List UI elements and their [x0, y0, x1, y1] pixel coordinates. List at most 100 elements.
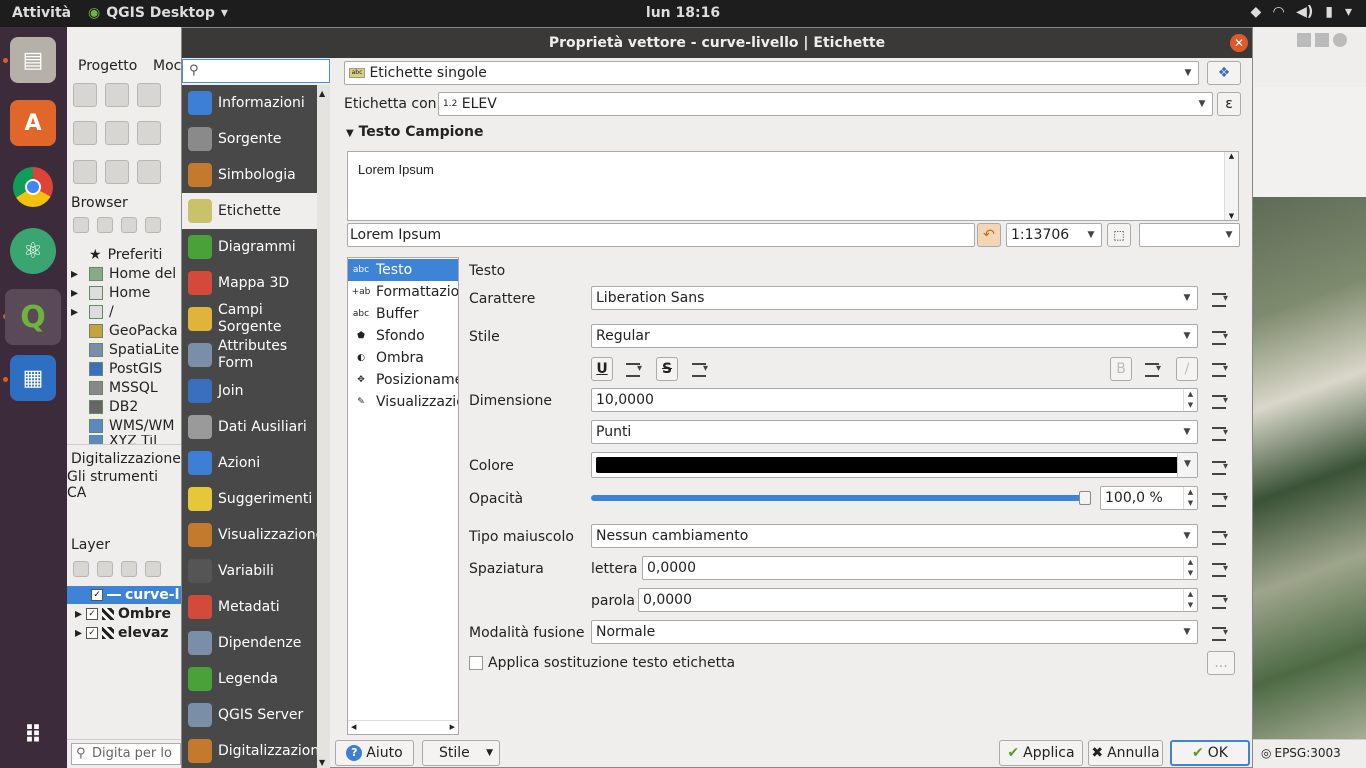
filter-icon[interactable] — [145, 561, 161, 577]
font-combo[interactable]: Liberation Sans ▼ — [591, 286, 1198, 310]
sidebar-item-metadati[interactable]: Metadati — [182, 589, 317, 625]
maximize-icon[interactable] — [1315, 33, 1329, 47]
scroll-down-icon[interactable]: ▼ — [319, 758, 325, 767]
sidebar-item-mappa-3d[interactable]: Mappa 3D — [182, 265, 317, 301]
sidebar-item-legenda[interactable]: Legenda — [182, 661, 317, 697]
tab-ombra[interactable]: ◐ Ombra — [348, 347, 458, 369]
label-field-combo[interactable]: 1.2 ELEV ▼ — [438, 92, 1213, 116]
window-controls[interactable] — [1297, 33, 1347, 47]
files-icon[interactable]: ▤ — [10, 37, 56, 83]
scroll-down-icon[interactable]: ▼ — [1225, 212, 1238, 220]
spin-arrows-icon[interactable]: ▲ ▼ — [1183, 487, 1197, 509]
scroll-left-icon[interactable]: ◀ — [351, 723, 356, 731]
add-group-icon[interactable] — [97, 561, 113, 577]
data-defined-override-icon[interactable] — [1208, 359, 1234, 379]
size-spinbox[interactable]: 10,0000 ▲ ▼ — [591, 388, 1198, 412]
opacity-spinbox[interactable]: 100,0 % ▲ ▼ — [1100, 486, 1198, 510]
tree-item[interactable]: ▸ Home — [71, 283, 179, 302]
case-combo[interactable]: Nessun cambiamento ▼ — [591, 524, 1198, 548]
data-defined-override-icon[interactable] — [1208, 559, 1234, 579]
tree-item[interactable]: WMS/WM — [71, 416, 179, 435]
menu-modifica[interactable]: Moc — [153, 58, 181, 74]
sidebar-item-informazioni[interactable]: Informazioni — [182, 85, 317, 121]
data-defined-override-icon[interactable] — [688, 359, 714, 379]
bold-button[interactable]: B — [1110, 357, 1132, 381]
sidebar-item-qgis-server[interactable]: QGIS Server — [182, 697, 317, 733]
data-defined-override-icon[interactable] — [1208, 327, 1234, 347]
sidebar-item-simbologia[interactable]: Simbologia — [182, 157, 317, 193]
style-icon[interactable] — [73, 561, 89, 577]
ok-button[interactable]: ✔ OK — [1170, 740, 1250, 766]
close-icon[interactable]: ✕ — [1230, 34, 1248, 52]
checkbox-checked[interactable]: ✓ — [91, 589, 103, 601]
sidebar-item-etichette[interactable]: Etichette — [182, 193, 317, 229]
save-project-icon[interactable] — [137, 83, 161, 107]
checkbox-checked[interactable]: ✓ — [86, 626, 99, 639]
opacity-slider-handle[interactable] — [1079, 491, 1091, 505]
apply-button[interactable]: ✔ Applica — [999, 740, 1083, 766]
sidebar-item-digitalizzazion[interactable]: Digitalizzazion — [182, 733, 319, 768]
sidebar-search-input[interactable]: ⚲ — [182, 59, 330, 83]
tree-item[interactable]: SpatiaLite — [71, 340, 179, 359]
data-defined-override-icon[interactable] — [1208, 527, 1234, 547]
sidebar-item-dipendenze[interactable]: Dipendenze — [182, 625, 317, 661]
layer-row[interactable]: ▸ ✓ elevaz — [67, 623, 181, 642]
spin-arrows-icon[interactable]: ▲ ▼ — [1183, 589, 1197, 611]
scroll-up-icon[interactable]: ▲ — [1225, 152, 1238, 160]
tab-testo[interactable]: abc Testo — [348, 259, 458, 281]
tree-item[interactable]: GeoPacka — [71, 321, 179, 340]
strikethrough-button[interactable]: S — [656, 357, 678, 381]
reset-sample-button[interactable]: ↶ — [977, 223, 1001, 247]
tab-buffer[interactable]: abc Buffer — [348, 303, 458, 325]
data-defined-override-icon[interactable] — [622, 359, 648, 379]
sidebar-item-diagrammi[interactable]: Diagrammi — [182, 229, 317, 265]
preview-background-color-button[interactable]: ▼ — [1139, 223, 1240, 247]
substitute-settings-button[interactable]: ... — [1207, 651, 1235, 675]
software-center-icon[interactable]: A — [10, 100, 56, 146]
spin-arrows-icon[interactable]: ▲ ▼ — [1183, 389, 1197, 411]
substitute-checkbox[interactable] — [469, 656, 483, 670]
minimize-icon[interactable] — [1297, 33, 1311, 47]
cancel-button[interactable]: ✖ Annulla — [1088, 740, 1163, 766]
add-raster-icon[interactable] — [105, 121, 129, 145]
tab-sfondo[interactable]: ⬟ Sfondo — [348, 325, 458, 347]
sample-section-header[interactable]: ▼ Testo Campione — [346, 124, 484, 140]
sidebar-item-azioni[interactable]: Azioni — [182, 445, 317, 481]
tree-item[interactable]: ★ Preferiti — [71, 245, 179, 264]
checkbox-checked[interactable]: ✓ — [86, 607, 99, 620]
tab-visualizzazio[interactable]: ✎ Visualizzazio — [348, 391, 458, 413]
sidebar-item-dati-ausiliari[interactable]: Dati Ausiliari — [182, 409, 317, 445]
collapse-icon[interactable] — [145, 217, 161, 233]
opacity-slider-track[interactable] — [591, 491, 1091, 505]
show-apps-icon[interactable]: ⠿ — [10, 712, 56, 758]
data-defined-override-icon[interactable] — [1208, 489, 1234, 509]
profile-icon[interactable] — [137, 160, 161, 184]
tab-posizioname[interactable]: ✥ Posizioname — [348, 369, 458, 391]
chrome-icon[interactable] — [10, 164, 56, 210]
profile-icon[interactable] — [105, 160, 129, 184]
expression-button[interactable]: ε — [1217, 92, 1241, 116]
preview-scale-combo[interactable]: 1:13706 ▼ — [1006, 223, 1102, 247]
open-project-icon[interactable] — [105, 83, 129, 107]
map-canvas[interactable] — [1253, 197, 1366, 768]
data-defined-override-icon[interactable] — [1208, 423, 1234, 443]
sidebar-item-visualizzazione[interactable]: Visualizzazione — [182, 517, 324, 553]
eye-icon[interactable] — [121, 561, 137, 577]
sidebar-scrollbar[interactable]: ▲ ▼ — [317, 85, 330, 768]
sidebar-item-campi-sorgente[interactable]: Campi Sorgente — [182, 301, 317, 337]
scroll-right-icon[interactable]: ▶ — [450, 723, 455, 731]
scale-from-canvas-button[interactable]: ⬚ — [1107, 223, 1131, 247]
add-vector-icon[interactable] — [137, 121, 161, 145]
sidebar-item-variabili[interactable]: Variabili — [182, 553, 317, 589]
sample-text-input[interactable]: Lorem Ipsum — [347, 223, 975, 247]
sidebar-item-join[interactable]: Join — [182, 373, 317, 409]
data-defined-override-icon[interactable] — [1141, 359, 1167, 379]
rule-settings-button[interactable]: ❖ — [1207, 61, 1241, 85]
sidebar-item-suggerimenti[interactable]: Suggerimenti — [182, 481, 317, 517]
profile-icon[interactable] — [73, 160, 97, 184]
label-mode-combo[interactable]: abc Etichette singole ▼ — [344, 61, 1199, 85]
sidebar-item-sorgente[interactable]: Sorgente — [182, 121, 317, 157]
blend-mode-combo[interactable]: Normale ▼ — [591, 620, 1198, 644]
italic-button[interactable]: / — [1176, 357, 1198, 381]
tree-item[interactable]: DB2 — [71, 397, 179, 416]
